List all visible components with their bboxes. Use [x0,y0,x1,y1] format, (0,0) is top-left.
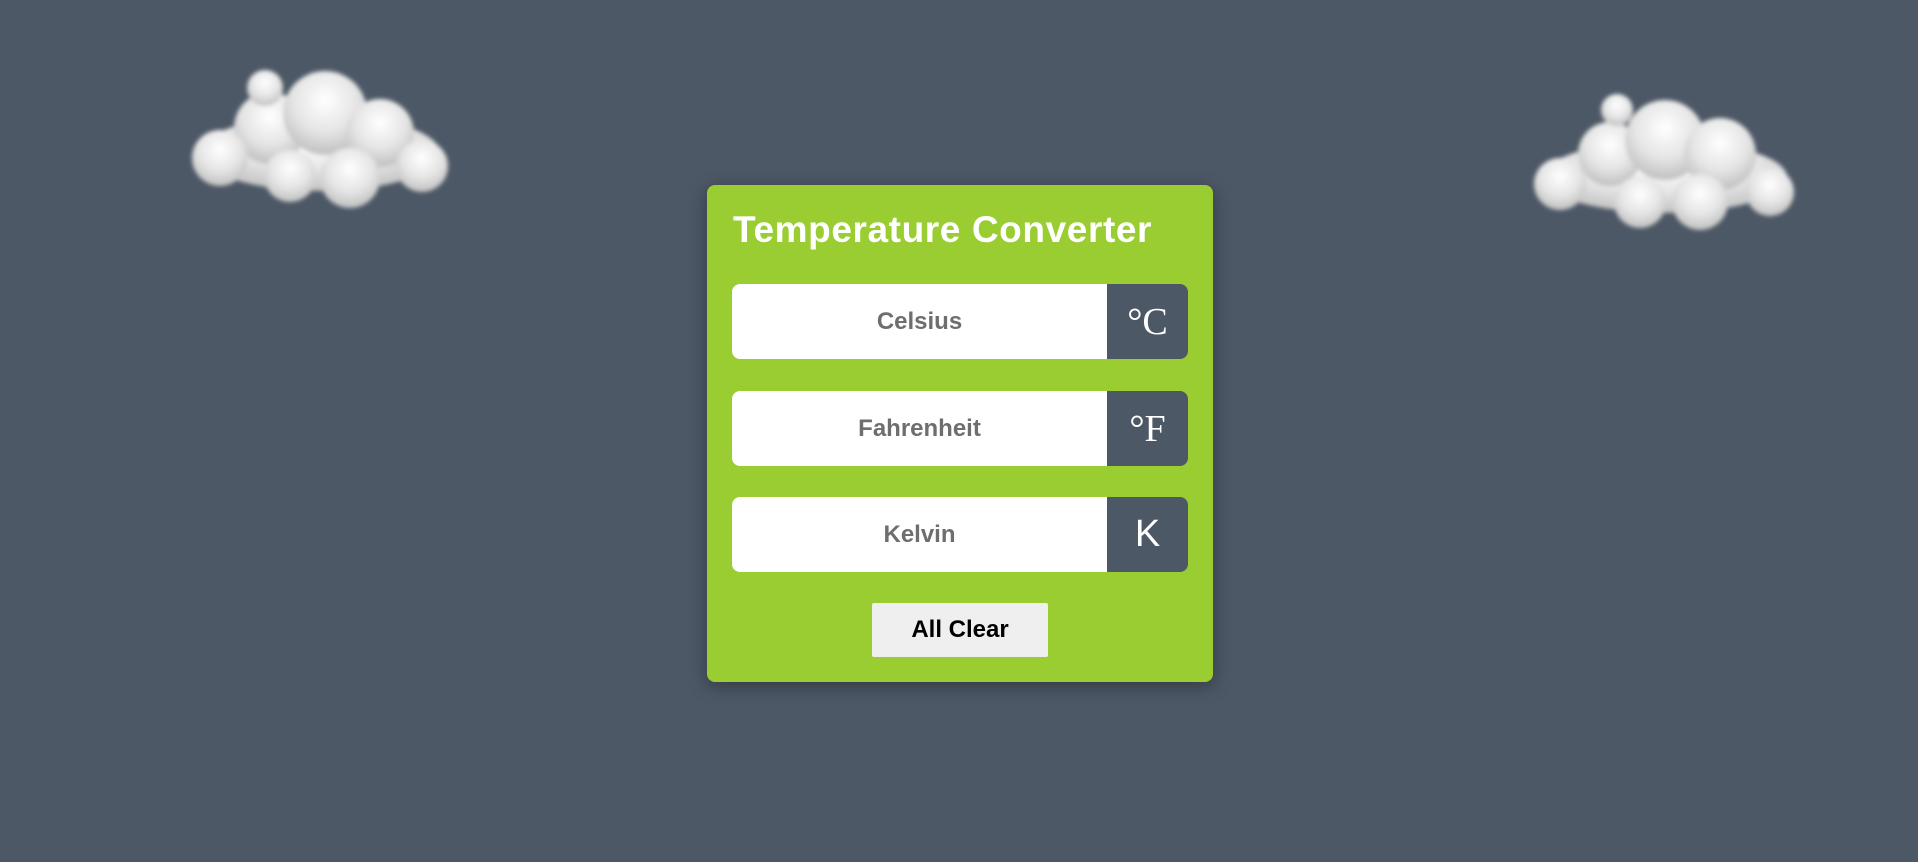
page-background: Temperature Converter °C °F K All Clear [0,0,1918,862]
page-title: Temperature Converter [733,209,1153,250]
celsius-symbol-icon: °C [1107,284,1188,359]
cloud-image [1534,94,1794,230]
fahrenheit-row: °F [732,391,1188,466]
kelvin-symbol-icon: K [1107,497,1188,572]
celsius-input[interactable] [732,284,1107,359]
cloud-image [192,70,448,208]
temperature-converter-card: Temperature Converter °C °F K All Clear [707,185,1213,682]
fahrenheit-symbol-icon: °F [1107,391,1188,466]
kelvin-row: K [732,497,1188,572]
kelvin-input[interactable] [732,497,1107,572]
fahrenheit-input[interactable] [732,391,1107,466]
celsius-row: °C [732,284,1188,359]
all-clear-button[interactable]: All Clear [872,603,1048,657]
